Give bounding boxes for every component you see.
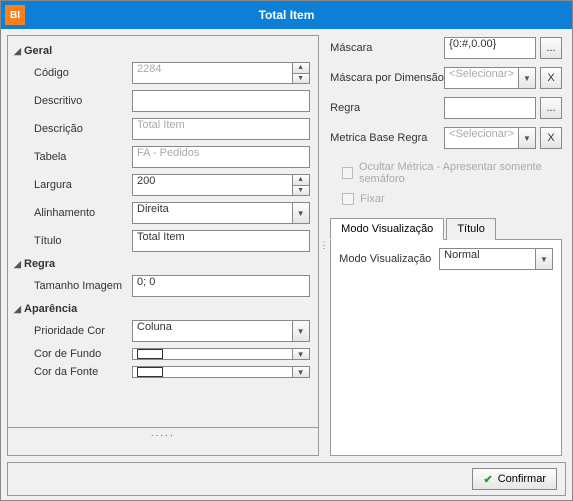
app-icon: BI — [5, 5, 25, 25]
cor-fundo-swatch — [137, 349, 163, 359]
prioridade-cor-dropdown-icon[interactable]: ▼ — [292, 320, 310, 342]
codigo-spin-down[interactable]: ▼ — [292, 73, 310, 85]
descritivo-field[interactable] — [132, 90, 310, 112]
collapse-icon: ◢ — [14, 46, 24, 57]
cor-fonte-swatch — [137, 367, 163, 377]
modo-vis-field[interactable]: Normal — [439, 248, 535, 270]
largura-spin-up[interactable]: ▲ — [292, 174, 310, 185]
mascara-label: Máscara — [330, 42, 444, 54]
window-title: Total Item — [259, 8, 315, 22]
collapse-icon: ◢ — [14, 304, 24, 315]
alinhamento-label: Alinhamento — [14, 207, 132, 219]
left-panel-footer: ..... — [7, 428, 319, 456]
modo-vis-dropdown-icon[interactable]: ▼ — [535, 248, 553, 270]
cor-fonte-field[interactable] — [132, 366, 292, 378]
titulo-label: Título — [14, 235, 132, 247]
regra-right-label: Regra — [330, 102, 444, 114]
tamanho-imagem-field[interactable]: 0; 0 — [132, 275, 310, 297]
mascara-dim-field[interactable]: <Selecionar> — [444, 67, 518, 89]
chk-ocultar-box[interactable] — [342, 167, 353, 179]
splitter-handle[interactable]: ⋮ — [319, 35, 329, 456]
alinhamento-field[interactable]: Direita — [132, 202, 292, 224]
mascara-more-button[interactable]: ... — [540, 37, 562, 59]
regra-right-field[interactable] — [444, 97, 536, 119]
confirm-label: Confirmar — [498, 473, 546, 485]
modo-vis-label: Modo Visualização — [339, 253, 439, 265]
tabela-field: FA - Pedidos — [132, 146, 310, 168]
tab-titulo[interactable]: Título — [446, 218, 496, 240]
metrica-base-field[interactable]: <Selecionar> — [444, 127, 518, 149]
dialog-total-item: BI Total Item ◢ Geral Código 2284 ▲ ▼ — [0, 0, 573, 501]
titlebar[interactable]: BI Total Item — [1, 1, 572, 29]
codigo-spin-up[interactable]: ▲ — [292, 62, 310, 73]
descricao-field: Total Item — [132, 118, 310, 140]
prioridade-cor-field[interactable]: Coluna — [132, 320, 292, 342]
cor-fundo-field[interactable] — [132, 348, 292, 360]
chk-fixar-box[interactable] — [342, 193, 354, 205]
chk-ocultar-row[interactable]: Ocultar Métrica - Apresentar somente sem… — [342, 161, 562, 185]
section-regra-label: Regra — [24, 258, 55, 270]
largura-label: Largura — [14, 179, 132, 191]
mascara-dim-label: Máscara por Dimensão — [330, 72, 444, 84]
chk-fixar-row[interactable]: Fixar — [342, 193, 562, 205]
left-property-panel: ◢ Geral Código 2284 ▲ ▼ Descritivo — [7, 35, 319, 428]
dialog-footer: ✔ Confirmar — [7, 462, 566, 496]
largura-spin-down[interactable]: ▼ — [292, 185, 310, 197]
codigo-field: 2284 — [132, 62, 292, 84]
descricao-label: Descrição — [14, 123, 132, 135]
section-geral-label: Geral — [24, 45, 52, 57]
section-regra-header[interactable]: ◢ Regra — [14, 258, 310, 270]
metrica-base-clear-button[interactable]: X — [540, 127, 562, 149]
mascara-dim-dropdown-icon[interactable]: ▼ — [518, 67, 536, 89]
mascara-dim-clear-button[interactable]: X — [540, 67, 562, 89]
chk-ocultar-label: Ocultar Métrica - Apresentar somente sem… — [359, 161, 562, 185]
tab-modo-visualizacao[interactable]: Modo Visualização — [330, 218, 444, 240]
right-tabs: Modo Visualização Título — [330, 217, 562, 240]
section-aparencia-label: Aparência — [24, 303, 77, 315]
codigo-label: Código — [14, 67, 132, 79]
regra-more-button[interactable]: ... — [540, 97, 562, 119]
cor-fundo-label: Cor de Fundo — [14, 348, 132, 360]
section-geral-header[interactable]: ◢ Geral — [14, 45, 310, 57]
section-aparencia-header[interactable]: ◢ Aparência — [14, 303, 310, 315]
descritivo-label: Descritivo — [14, 95, 132, 107]
confirm-button[interactable]: ✔ Confirmar — [472, 468, 557, 490]
check-icon: ✔ — [483, 473, 492, 486]
cor-fonte-dropdown-icon[interactable]: ▼ — [292, 366, 310, 378]
metrica-base-dropdown-icon[interactable]: ▼ — [518, 127, 536, 149]
chk-fixar-label: Fixar — [360, 193, 384, 205]
largura-field[interactable]: 200 — [132, 174, 292, 196]
cor-fundo-dropdown-icon[interactable]: ▼ — [292, 348, 310, 360]
collapse-icon: ◢ — [14, 259, 24, 270]
metrica-base-label: Metrica Base Regra — [330, 132, 444, 144]
alinhamento-dropdown-icon[interactable]: ▼ — [292, 202, 310, 224]
mascara-field[interactable]: {0:#,0.00} — [444, 37, 536, 59]
tabela-label: Tabela — [14, 151, 132, 163]
prioridade-cor-label: Prioridade Cor — [14, 325, 132, 337]
tamanho-imagem-label: Tamanho Imagem — [14, 280, 132, 292]
titulo-field[interactable]: Total Item — [132, 230, 310, 252]
tab-body: Modo Visualização Normal ▼ — [330, 240, 562, 456]
cor-fonte-label: Cor da Fonte — [14, 366, 132, 378]
